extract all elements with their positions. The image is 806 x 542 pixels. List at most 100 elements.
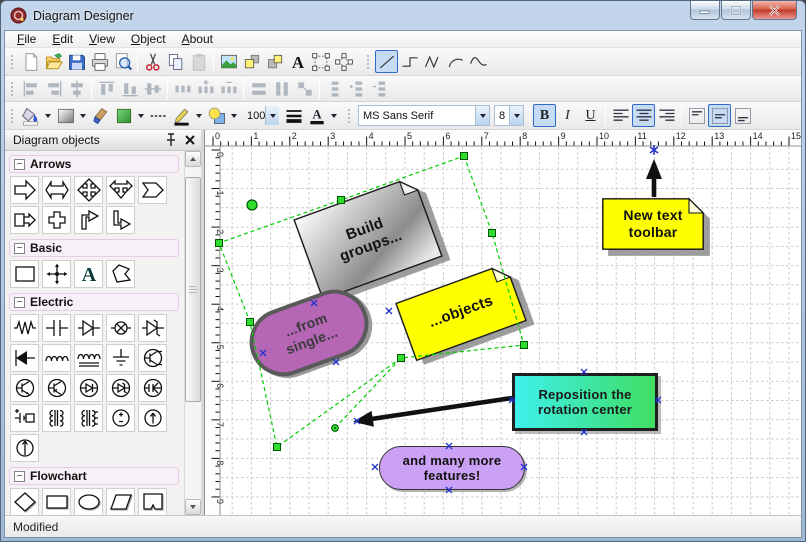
align-tops-button[interactable] xyxy=(95,77,118,100)
valign-top-button[interactable] xyxy=(685,104,708,127)
palette-item-inductor[interactable] xyxy=(42,344,71,372)
same-height-button[interactable] xyxy=(270,77,293,100)
new-button[interactable] xyxy=(19,50,42,73)
palette-item-source-voltage[interactable] xyxy=(106,404,135,432)
object-color-dropdown-icon[interactable] xyxy=(135,105,146,126)
palette-item-transistor-arrow[interactable] xyxy=(10,344,39,372)
scroll-down-button[interactable] xyxy=(185,499,201,515)
insert-text-button[interactable]: A xyxy=(286,50,309,73)
palette-item-transistor-circle-3[interactable] xyxy=(42,374,71,402)
palette-item-arrow-left-right[interactable] xyxy=(42,176,71,204)
font-color-dropdown-icon[interactable] xyxy=(328,105,339,126)
palette-item-capacitor[interactable] xyxy=(42,314,71,342)
line-elbow-button[interactable] xyxy=(398,50,421,73)
color-scheme-dropdown-icon[interactable] xyxy=(228,105,239,126)
align-text-right-button[interactable] xyxy=(655,104,678,127)
palette-item-transformer-ct[interactable] xyxy=(74,404,103,432)
space-v-shrink-button[interactable] xyxy=(369,77,392,100)
palette-item-source-current[interactable] xyxy=(138,404,167,432)
toolbar-grip[interactable] xyxy=(10,107,15,125)
gradient-style-dropdown-icon[interactable] xyxy=(77,105,88,126)
font-combobox[interactable]: MS Sans Serif xyxy=(358,105,490,126)
bold-button[interactable]: B xyxy=(533,104,556,127)
menu-edit[interactable]: Edit xyxy=(44,31,81,47)
scroll-thumb[interactable] xyxy=(185,177,201,402)
palette-item-arrow-four-way[interactable] xyxy=(74,176,103,204)
palette-item-terminator[interactable] xyxy=(74,488,103,515)
palette-section-flowchart[interactable]: −Flowchart xyxy=(9,467,179,485)
fill-color-dropdown-icon[interactable] xyxy=(42,105,53,126)
align-left-edges-button[interactable] xyxy=(19,77,42,100)
palette-item-transformer[interactable] xyxy=(42,404,71,432)
pen-color-button[interactable] xyxy=(170,104,193,127)
pin-icon[interactable] xyxy=(163,132,179,148)
menu-object[interactable]: Object xyxy=(123,31,174,47)
toolbar-grip[interactable] xyxy=(347,107,352,125)
send-to-back-button[interactable] xyxy=(263,50,286,73)
palette-item-arrow-cross[interactable] xyxy=(42,206,71,234)
palette-section-electric[interactable]: −Electric xyxy=(9,293,179,311)
align-right-edges-button[interactable] xyxy=(42,77,65,100)
same-width-button[interactable] xyxy=(247,77,270,100)
palette-item-transistor-circle-2[interactable] xyxy=(10,374,39,402)
close-button[interactable] xyxy=(752,1,797,20)
color-scheme-button[interactable] xyxy=(205,104,228,127)
palette-item-arrow-three-way[interactable] xyxy=(106,176,135,204)
align-v-centers-button[interactable] xyxy=(141,77,164,100)
collapse-icon[interactable]: − xyxy=(14,297,25,308)
palette-item-flag[interactable] xyxy=(138,488,167,515)
zoom-dropdown-icon[interactable] xyxy=(265,106,279,125)
palette-item-move-point[interactable] xyxy=(42,260,71,288)
align-text-center-button[interactable] xyxy=(632,104,655,127)
palette-item-arrow-corner-up[interactable] xyxy=(74,206,103,234)
titlebar[interactable]: Diagram Designer xyxy=(4,1,802,30)
palette-item-process[interactable] xyxy=(42,488,71,515)
cut-button[interactable] xyxy=(141,50,164,73)
line-arc-button[interactable] xyxy=(444,50,467,73)
pen-color-dropdown-icon[interactable] xyxy=(193,105,204,126)
print-button[interactable] xyxy=(88,50,111,73)
palette-item-diode-zener[interactable] xyxy=(138,314,167,342)
minimize-button[interactable] xyxy=(690,1,720,20)
shape-new-text-toolbar[interactable]: New text toolbar xyxy=(602,198,704,250)
open-button[interactable] xyxy=(42,50,65,73)
line-zigzag-button[interactable] xyxy=(421,50,444,73)
space-h-equal-button[interactable] xyxy=(171,77,194,100)
drawing-canvas[interactable]: 01234567891011121314150123456789Build gr… xyxy=(204,130,801,515)
menu-about[interactable]: About xyxy=(174,31,221,47)
size-combobox[interactable]: 8 xyxy=(494,105,524,126)
menu-view[interactable]: View xyxy=(81,31,123,47)
toolbar-grip[interactable] xyxy=(10,53,15,71)
palette-item-lamp[interactable] xyxy=(106,314,135,342)
insert-image-button[interactable] xyxy=(217,50,240,73)
palette-item-parallelogram[interactable] xyxy=(106,488,135,515)
shape-reposition[interactable]: Reposition the rotation center xyxy=(512,373,658,431)
edit-points-button[interactable] xyxy=(332,50,355,73)
align-bottoms-button[interactable] xyxy=(118,77,141,100)
palette-close-icon[interactable] xyxy=(183,133,197,147)
group-button[interactable] xyxy=(309,50,332,73)
gradient-style-button[interactable] xyxy=(54,104,77,127)
maximize-button[interactable] xyxy=(721,1,751,20)
copy-button[interactable] xyxy=(164,50,187,73)
scroll-up-button[interactable] xyxy=(185,151,201,167)
palette-item-arrow-right[interactable] xyxy=(10,176,39,204)
line-straight-button[interactable] xyxy=(375,50,398,73)
space-v-grow-button[interactable] xyxy=(346,77,369,100)
palette-item-inductor-core[interactable] xyxy=(74,344,103,372)
palette-scrollbar[interactable] xyxy=(184,151,201,515)
palette-item-arrow-from-box[interactable] xyxy=(10,206,39,234)
collapse-icon[interactable]: − xyxy=(14,471,25,482)
palette-item-battery[interactable] xyxy=(10,404,39,432)
font-color-button[interactable]: A xyxy=(305,104,328,127)
valign-middle-button[interactable] xyxy=(708,104,731,127)
align-h-centers-button[interactable] xyxy=(65,77,88,100)
menu-file[interactable]: File xyxy=(9,31,44,47)
palette-item-circled-diode-1[interactable] xyxy=(74,374,103,402)
palette-item-text-a[interactable]: A xyxy=(74,260,103,288)
italic-button[interactable]: I xyxy=(556,104,579,127)
palette-item-source-current-2[interactable] xyxy=(10,434,39,462)
palette-item-decision[interactable] xyxy=(10,488,39,515)
valign-bottom-button[interactable] xyxy=(731,104,754,127)
zoom-combobox[interactable]: 100% xyxy=(242,105,280,126)
